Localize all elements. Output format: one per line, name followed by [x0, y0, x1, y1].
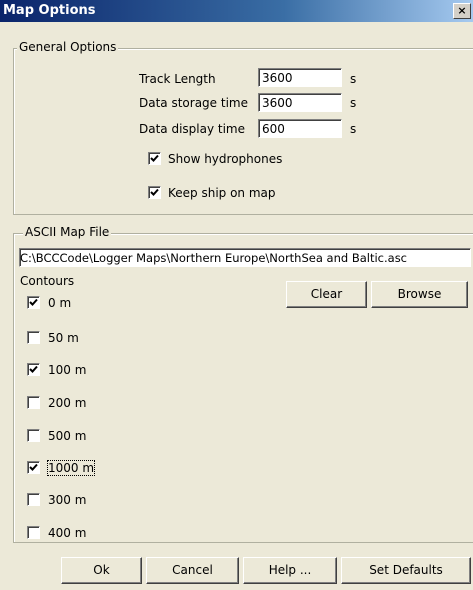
- storage-time-label: Data storage time: [139, 96, 248, 110]
- show-hydrophones-checkbox[interactable]: [148, 152, 161, 165]
- checkmark-icon: [150, 154, 159, 162]
- contour-50m-label[interactable]: 50 m: [48, 331, 79, 345]
- contour-0m-checkbox[interactable]: [27, 296, 40, 309]
- contour-50m-checkbox[interactable]: [27, 331, 40, 344]
- title-bar[interactable]: Map Options ×: [0, 0, 473, 22]
- contours-label: Contours: [20, 274, 75, 288]
- storage-time-unit: s: [350, 96, 357, 110]
- track-length-label: Track Length: [139, 72, 216, 86]
- checkmark-icon: [29, 463, 38, 471]
- contour-300m-label[interactable]: 300 m: [48, 493, 86, 507]
- display-time-label: Data display time: [139, 122, 246, 136]
- cancel-button[interactable]: Cancel: [146, 557, 239, 584]
- set-defaults-button[interactable]: Set Defaults: [341, 557, 471, 584]
- ok-button[interactable]: Ok: [61, 557, 142, 584]
- contour-500m-label[interactable]: 500 m: [48, 429, 86, 443]
- contour-200m-checkbox[interactable]: [27, 396, 40, 409]
- contour-400m-label[interactable]: 400 m: [48, 526, 86, 540]
- contour-300m-checkbox[interactable]: [27, 493, 40, 506]
- checkmark-icon: [150, 188, 159, 196]
- contour-1000m-checkbox[interactable]: [27, 461, 40, 474]
- close-button[interactable]: ×: [453, 3, 471, 19]
- window-title: Map Options: [3, 3, 96, 18]
- show-hydrophones-label[interactable]: Show hydrophones: [168, 152, 282, 166]
- contour-400m-checkbox[interactable]: [27, 526, 40, 539]
- checkmark-icon: [29, 365, 38, 373]
- contour-500m-checkbox[interactable]: [27, 429, 40, 442]
- contour-1000m-label[interactable]: 1000 m: [46, 460, 96, 476]
- storage-time-field[interactable]: 3600: [258, 93, 342, 112]
- help-button[interactable]: Help ...: [243, 557, 337, 584]
- contour-0m-label[interactable]: 0 m: [48, 296, 71, 310]
- track-length-field[interactable]: 3600: [258, 68, 342, 87]
- close-icon: ×: [457, 4, 467, 17]
- contour-200m-label[interactable]: 200 m: [48, 396, 86, 410]
- browse-button[interactable]: Browse: [371, 281, 468, 308]
- ascii-map-label: ASCII Map File: [23, 225, 112, 239]
- keep-ship-label[interactable]: Keep ship on map: [168, 186, 276, 200]
- map-options-dialog: Map Options × General Options Track Leng…: [0, 0, 473, 590]
- contour-100m-label[interactable]: 100 m: [48, 363, 86, 377]
- clear-button[interactable]: Clear: [286, 281, 367, 308]
- display-time-field[interactable]: 600: [258, 119, 342, 138]
- keep-ship-checkbox[interactable]: [148, 186, 161, 199]
- track-length-unit: s: [350, 72, 357, 86]
- display-time-unit: s: [350, 122, 357, 136]
- map-file-path-field[interactable]: ‎C:\BCCCode\Logger Maps\Northern Europe\…: [19, 248, 471, 267]
- checkmark-icon: [29, 298, 38, 306]
- contour-100m-checkbox[interactable]: [27, 363, 40, 376]
- general-options-label: General Options: [17, 40, 119, 54]
